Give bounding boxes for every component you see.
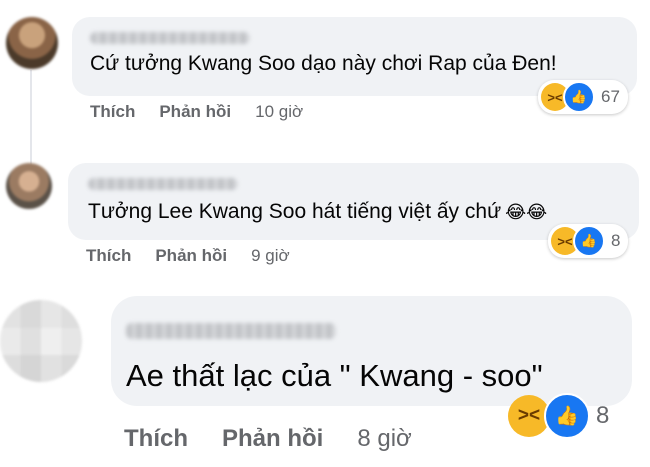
like-icon: 👍 xyxy=(544,393,590,439)
comment-timestamp[interactable]: 8 giờ xyxy=(357,425,411,453)
reaction-count: 8 xyxy=(611,231,621,250)
reaction-count: 67 xyxy=(601,87,620,106)
reply-button[interactable]: Phản hồi xyxy=(155,246,227,266)
comment-text: Cứ tưởng Kwang Soo dạo này chơi Rap của … xyxy=(90,52,557,75)
commenter-name-blurred[interactable] xyxy=(88,178,238,190)
avatar[interactable] xyxy=(6,17,58,69)
thread-line xyxy=(30,70,32,166)
comment-text-body: Tưởng Lee Kwang Soo hát tiếng việt ấy ch… xyxy=(88,200,502,223)
like-button[interactable]: Thích xyxy=(90,102,135,122)
avatar[interactable] xyxy=(0,300,82,382)
reply-button[interactable]: Phản hồi xyxy=(159,102,231,122)
reaction-count: 8 xyxy=(596,402,610,429)
reply-button[interactable]: Phản hồi xyxy=(222,425,323,453)
laughing-emoji-icon: 😂😂 xyxy=(505,202,548,222)
comment-actions: Thích Phản hồi 8 giờ xyxy=(124,425,412,453)
like-icon: 👍 xyxy=(573,225,605,257)
commenter-name-blurred[interactable] xyxy=(126,323,336,339)
reaction-summary[interactable]: >< 👍 8 xyxy=(505,392,617,440)
comment-timestamp[interactable]: 9 giờ xyxy=(251,246,290,266)
like-button[interactable]: Thích xyxy=(124,425,188,453)
avatar[interactable] xyxy=(6,163,52,209)
like-button[interactable]: Thích xyxy=(86,246,131,266)
comment-actions: Thích Phản hồi 9 giờ xyxy=(86,246,290,266)
like-icon: 👍 xyxy=(563,81,595,113)
reaction-summary[interactable]: >< 👍 67 xyxy=(538,80,628,114)
reaction-summary[interactable]: >< 👍 8 xyxy=(548,224,629,258)
comment-timestamp[interactable]: 10 giờ xyxy=(255,102,303,122)
comment-text: Ae thất lạc của " Kwang - soo" xyxy=(126,358,543,393)
comment-text: Tưởng Lee Kwang Soo hát tiếng việt ấy ch… xyxy=(88,200,547,224)
comment-actions: Thích Phản hồi 10 giờ xyxy=(90,102,303,122)
commenter-name-blurred[interactable] xyxy=(90,32,250,44)
